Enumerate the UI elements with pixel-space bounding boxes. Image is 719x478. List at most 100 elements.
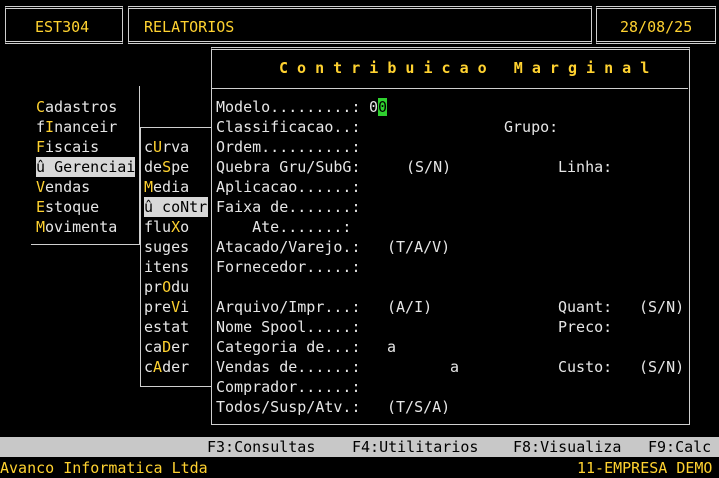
section-title: RELATORIOS [144, 18, 235, 36]
ordem-label: Ordem..........: [216, 138, 361, 156]
sub-menu-item-text: c [144, 138, 154, 156]
faixa-label: Faixa de.......: [216, 198, 361, 216]
sub-menu-item[interactable]: cAder [144, 357, 189, 377]
sub-menu-item-hotkey: O [162, 278, 172, 296]
function-key-bar: F3:Consultas F4:Utilitarios F8:Visualiza… [0, 437, 719, 457]
main-menu-item-hotkey: M [36, 218, 46, 236]
sub-menu-item-text: c [144, 358, 154, 376]
custo-hint: (S/N) [639, 358, 685, 376]
modelo-label: Modelo.........: [216, 98, 361, 116]
main-menu-item[interactable]: û Gerenciai [36, 157, 135, 177]
date-display: 28/08/25 [620, 18, 693, 36]
main-menu-item-text: û [36, 158, 55, 176]
sub-menu-item-hotkey: M [144, 178, 154, 196]
fkey-visualiza[interactable]: F8:Visualiza [513, 437, 621, 457]
main-menu-item[interactable]: fInanceir [36, 117, 117, 137]
main-menu-item-hotkey: C [36, 98, 46, 116]
main-menu-item-text: adastros [45, 98, 118, 116]
sub-menu-item-text: o [180, 218, 190, 236]
sub-menu-item-text: itens [144, 258, 190, 276]
main-menu-item-text: erenciai [63, 158, 136, 176]
sub-menu-item[interactable]: itens [144, 257, 189, 277]
company-name: Avanco Informatica Ltda [0, 459, 208, 477]
sub-menu-item-text: i [180, 298, 190, 316]
spool-label: Nome Spool.....: [216, 318, 361, 336]
quant-label: Quant: [558, 298, 613, 316]
modelo-input[interactable]: 00 [369, 97, 388, 117]
linha-label: Linha: [558, 158, 613, 176]
modelo-value: 0 [369, 98, 379, 116]
sub-menu-item[interactable]: prOdu [144, 277, 189, 297]
sub-menu-item-text: pr [144, 278, 163, 296]
quant-hint: (S/N) [639, 298, 685, 316]
sub-menu-item-hotkey: V [171, 298, 181, 316]
status-bar: Avanco Informatica Ltda 11-EMPRESA DEMO [0, 458, 719, 478]
sub-menu-item-text: ca [144, 338, 163, 356]
sub-menu-item-hotkey: S [162, 158, 172, 176]
grupo-label: Grupo: [504, 118, 559, 136]
ate-label: Ate.......: [216, 218, 352, 236]
arquivo-hint: (A/I) [387, 298, 433, 316]
empresa-name: 11-EMPRESA DEMO [577, 459, 713, 477]
sub-menu-item-text: pe [171, 158, 190, 176]
main-menu-item[interactable]: Estoque [36, 197, 99, 217]
atacado-label: Atacado/Varejo.: [216, 238, 361, 256]
text-cursor: 0 [378, 98, 388, 116]
main-menu-item-text: ovimenta [45, 218, 118, 236]
dialog-title-divider [211, 88, 688, 89]
todos-label: Todos/Susp/Atv.: [216, 398, 361, 416]
sub-menu-item-hotkey: N [180, 198, 190, 216]
categoria-separator: a [387, 338, 397, 356]
main-menu-item-text: f [36, 118, 46, 136]
todos-hint: (T/S/A) [387, 398, 451, 416]
vendas-label: Vendas de......: [216, 358, 361, 376]
sub-menu-item[interactable]: fluXo [144, 217, 189, 237]
main-menu-item-hotkey: F [36, 138, 46, 156]
custo-label: Custo: [558, 358, 613, 376]
module-code: EST304 [35, 18, 90, 36]
sub-menu-item-hotkey: A [153, 358, 163, 376]
fkey-utilitarios[interactable]: F4:Utilitarios [352, 437, 478, 457]
sub-menu-item[interactable]: suges [144, 237, 189, 257]
sub-menu-item-text: edia [153, 178, 190, 196]
sub-menu-item[interactable]: û coNtr [144, 197, 208, 217]
aplicacao-label: Aplicacao......: [216, 178, 361, 196]
sub-menu-item-text: pre [144, 298, 172, 316]
classificacao-label: Classificacao..: [216, 118, 361, 136]
sub-menu-item-text: der [162, 358, 190, 376]
sub-menu-item-text: û co [144, 198, 181, 216]
sub-menu-item[interactable]: estat [144, 317, 189, 337]
sub-menu-item-text: rva [162, 138, 190, 156]
preco-label: Preco: [558, 318, 613, 336]
sub-menu-item-text: tr [189, 198, 208, 216]
sub-menu-item-text: flu [144, 218, 172, 236]
main-menu-item-hotkey: G [54, 158, 64, 176]
sub-menu-item[interactable]: caDer [144, 337, 189, 357]
sub-menu-item[interactable]: preVi [144, 297, 189, 317]
sub-menu-item-text: er [171, 338, 190, 356]
quebra-hint: (S/N) [406, 158, 452, 176]
sub-menu-item[interactable]: deSpe [144, 157, 189, 177]
main-menu-item-hotkey: V [36, 178, 46, 196]
sub-menu-item-hotkey: X [171, 218, 181, 236]
sub-menu-item[interactable]: Media [144, 177, 189, 197]
main-menu-item[interactable]: Movimenta [36, 217, 117, 237]
fkey-calc[interactable]: F9:Calc [648, 437, 711, 457]
main-menu-item-hotkey: E [36, 198, 46, 216]
main-menu-item-text: endas [45, 178, 91, 196]
sub-menu-item-text: estat [144, 318, 190, 336]
main-menu-item-hotkey: I [45, 118, 55, 136]
sub-menu-item-text: de [144, 158, 163, 176]
main-menu-item[interactable]: Fiscais [36, 137, 99, 157]
sub-menu-item[interactable]: cUrva [144, 137, 189, 157]
main-menu-item[interactable]: Vendas [36, 177, 90, 197]
main-menu-item[interactable]: Cadastros [36, 97, 117, 117]
sub-menu-item-hotkey: U [153, 138, 163, 156]
quebra-label: Quebra Gru/SubG: [216, 158, 361, 176]
main-menu-item-text: nanceir [54, 118, 118, 136]
fkey-consultas[interactable]: F3:Consultas [207, 437, 315, 457]
fornecedor-label: Fornecedor.....: [216, 258, 361, 276]
sub-menu-item-text: du [171, 278, 190, 296]
vendas-separator: a [450, 358, 460, 376]
comprador-label: Comprador......: [216, 378, 361, 396]
